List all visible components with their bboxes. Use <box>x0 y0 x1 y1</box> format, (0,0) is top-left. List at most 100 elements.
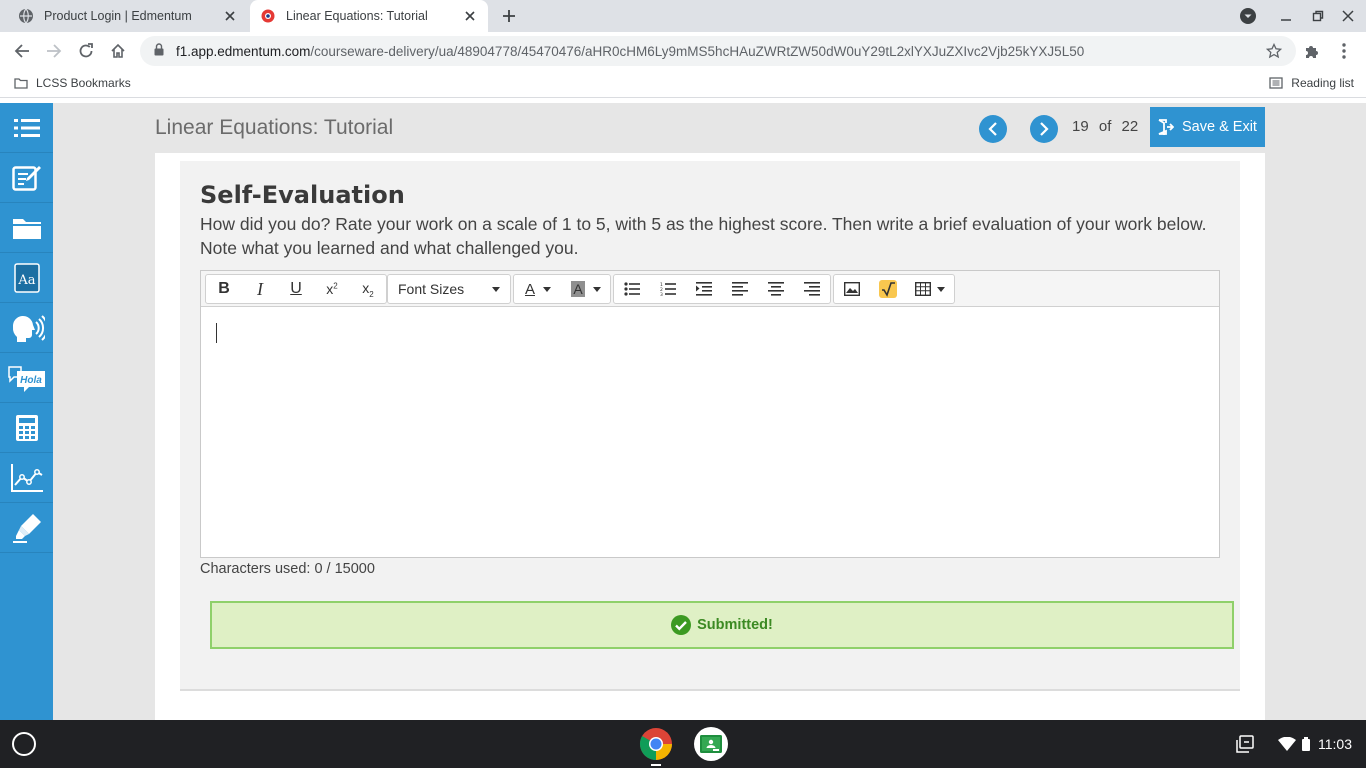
bookmark-folder-lcss[interactable]: LCSS Bookmarks <box>14 76 131 90</box>
self-evaluation-panel: Self-Evaluation How did you do? Rate you… <box>180 161 1240 691</box>
editor-toolbar: B I U x2 x2 Font Sizes A A 1 2 3 <box>201 271 1219 307</box>
svg-text:3: 3 <box>660 292 663 296</box>
dictionary-icon[interactable]: Aa <box>0 253 53 303</box>
reading-list-icon <box>1269 77 1283 89</box>
lesson-title: Linear Equations: Tutorial <box>155 116 394 139</box>
home-icon[interactable] <box>106 39 130 63</box>
translate-hola-icon[interactable]: Hola <box>0 353 53 403</box>
calculator-icon[interactable] <box>0 403 53 453</box>
lesson-header: Linear Equations: Tutorial 19 of 22 Save… <box>53 103 1366 153</box>
save-exit-label: Save & Exit <box>1182 119 1257 135</box>
numbered-list-icon: 123 <box>660 282 676 296</box>
bold-button[interactable]: B <box>206 275 242 303</box>
new-tab-plus-icon[interactable] <box>498 6 520 26</box>
address-bar[interactable]: f1.app.edmentum.com/courseware-delivery/… <box>140 36 1296 66</box>
chrome-icon[interactable] <box>639 727 673 761</box>
text-to-speech-icon[interactable] <box>0 303 53 353</box>
reload-icon[interactable] <box>74 39 98 63</box>
active-app-indicator <box>651 764 661 766</box>
reading-list-label: Reading list <box>1291 76 1354 90</box>
insert-equation-button[interactable] <box>870 275 906 303</box>
close-window-icon[interactable] <box>1338 6 1358 26</box>
url-path: /courseware-delivery/ua/48904778/4547047… <box>310 43 1085 59</box>
square-root-icon <box>879 280 897 298</box>
save-exit-button[interactable]: Save & Exit <box>1150 107 1265 147</box>
bold-icon: B <box>218 280 230 297</box>
browser-toolbar: f1.app.edmentum.com/courseware-delivery/… <box>0 32 1366 70</box>
chevron-left-icon <box>988 122 997 136</box>
insert-group <box>833 274 955 304</box>
minimize-icon[interactable] <box>1276 6 1296 26</box>
tools-sidebar: Aa Hola <box>0 103 53 720</box>
italic-icon: I <box>257 278 263 299</box>
font-sizes-label: Font Sizes <box>398 281 465 297</box>
align-left-icon <box>732 282 748 296</box>
color-group: A A <box>513 274 611 304</box>
tab-linear-equations[interactable]: Linear Equations: Tutorial <box>250 0 488 32</box>
close-tab-icon[interactable] <box>462 8 478 24</box>
submitted-banner: Submitted! <box>210 601 1234 649</box>
restore-icon[interactable] <box>1308 6 1328 26</box>
url-text[interactable]: f1.app.edmentum.com/courseware-delivery/… <box>176 44 1084 59</box>
align-center-button[interactable] <box>758 275 794 303</box>
tab-title: Linear Equations: Tutorial <box>286 9 428 23</box>
editor-content-area[interactable] <box>201 307 1219 557</box>
extensions-puzzle-icon[interactable] <box>1300 39 1324 63</box>
text-color-button[interactable]: A <box>514 275 562 303</box>
superscript-icon: x2 <box>326 281 338 297</box>
edmentum-app: Aa Hola Linear Equations: Tutorial 19 of… <box>0 103 1366 720</box>
subscript-button[interactable]: x2 <box>350 275 386 303</box>
submitted-label: Submitted! <box>697 617 773 633</box>
folder-icon[interactable] <box>0 203 53 253</box>
align-right-button[interactable] <box>794 275 830 303</box>
google-classroom-icon[interactable] <box>694 727 728 761</box>
superscript-button[interactable]: x2 <box>314 275 350 303</box>
system-tray[interactable]: 11:03 <box>1236 728 1366 760</box>
tab-product-login[interactable]: Product Login | Edmentum <box>8 0 248 32</box>
os-shelf: 11:03 <box>0 720 1366 768</box>
next-page-button[interactable] <box>1030 115 1058 143</box>
page-total: 22 <box>1121 118 1139 135</box>
exit-door-icon <box>1158 119 1175 135</box>
check-circle-icon <box>671 615 692 635</box>
menu-list-icon[interactable] <box>0 103 53 153</box>
italic-button[interactable]: I <box>242 275 278 303</box>
rich-text-editor: B I U x2 x2 Font Sizes A A 1 2 3 <box>200 270 1220 558</box>
tab-search-icon[interactable] <box>1238 6 1258 26</box>
font-size-select[interactable]: Font Sizes <box>387 274 511 304</box>
notes-edit-icon[interactable] <box>0 153 53 203</box>
graph-icon[interactable] <box>0 453 53 503</box>
numbered-list-button[interactable]: 123 <box>650 275 686 303</box>
bookmark-label: LCSS Bookmarks <box>36 76 131 90</box>
insert-table-button[interactable] <box>906 275 954 303</box>
close-tab-icon[interactable] <box>222 8 238 24</box>
underline-button[interactable]: U <box>278 275 314 303</box>
underline-icon: U <box>290 280 302 297</box>
bullet-list-button[interactable] <box>614 275 650 303</box>
svg-text:Aa: Aa <box>17 273 35 288</box>
launcher-icon[interactable] <box>12 732 36 756</box>
chevron-down-icon <box>937 286 945 292</box>
more-menu-icon[interactable] <box>1332 39 1356 63</box>
forward-arrow-icon[interactable] <box>42 39 66 63</box>
bookmarks-bar: LCSS Bookmarks Reading list <box>0 70 1366 98</box>
align-center-icon <box>768 282 784 296</box>
highlighter-icon[interactable] <box>0 503 53 553</box>
background-color-button[interactable]: A <box>562 275 610 303</box>
reading-list-button[interactable]: Reading list <box>1269 76 1354 90</box>
table-icon <box>915 282 931 296</box>
lesson-content: Self-Evaluation How did you do? Rate you… <box>155 153 1265 720</box>
chevron-down-icon <box>543 286 551 292</box>
align-left-button[interactable] <box>722 275 758 303</box>
indent-button[interactable] <box>686 275 722 303</box>
previous-page-button[interactable] <box>979 115 1007 143</box>
lock-icon[interactable] <box>154 43 164 59</box>
page-indicator: 19 of 22 <box>1072 118 1144 135</box>
paragraph-group: 123 <box>613 274 831 304</box>
insert-image-button[interactable] <box>834 275 870 303</box>
back-arrow-icon[interactable] <box>10 39 34 63</box>
folder-icon <box>14 78 28 89</box>
page-current: 19 <box>1072 118 1089 135</box>
text-color-icon: A <box>524 280 535 298</box>
bookmark-star-icon[interactable] <box>1265 42 1283 62</box>
